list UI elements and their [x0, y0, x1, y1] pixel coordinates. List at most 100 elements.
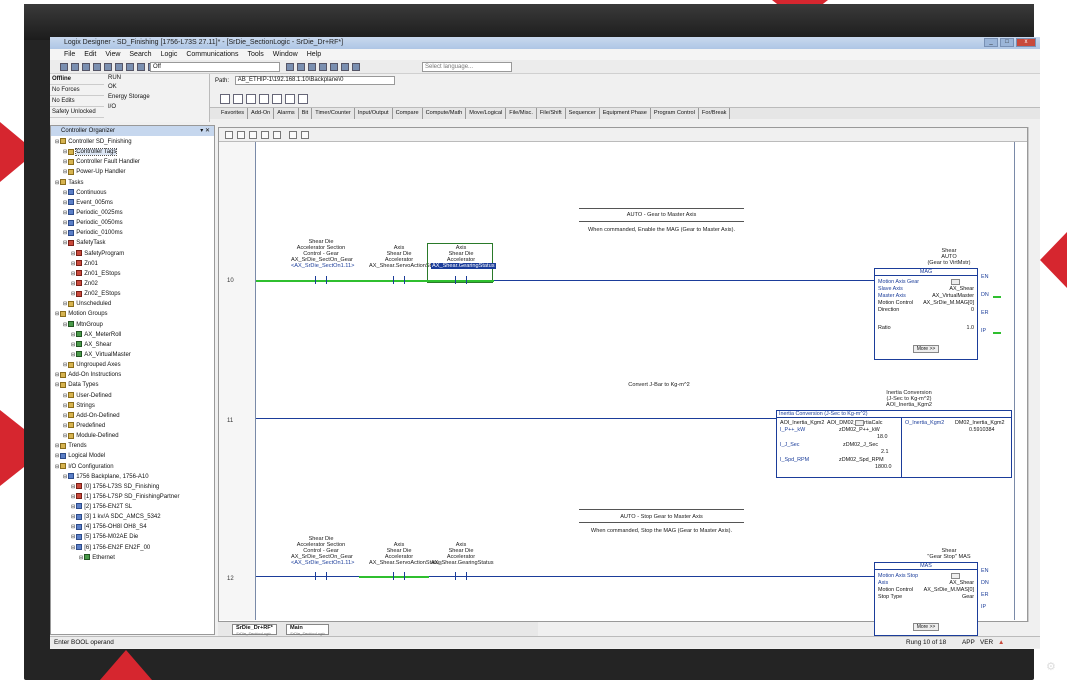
tree-node[interactable]: ⊟ [6] 1756-EN2F EN2F_00: [51, 543, 214, 553]
expand-icon[interactable]: ⊟: [71, 524, 75, 530]
menu-view[interactable]: View: [105, 49, 120, 60]
tab-compute-math[interactable]: Compute/Math: [423, 108, 467, 119]
param-value[interactable]: zDM02_J_Sec: [843, 442, 878, 448]
inertia-conversion-aoi[interactable]: Inertia Conversion (J-Sec to Kg-m^2) AOI…: [776, 410, 1012, 478]
expand-icon[interactable]: ⊟: [71, 261, 75, 267]
expand-icon[interactable]: ⊟: [63, 301, 67, 307]
expand-icon[interactable]: ⊟: [79, 555, 83, 561]
tree-node[interactable]: ⊟ [3] 1 kv/A SDC_AMCS_5342: [51, 512, 214, 522]
expand-icon[interactable]: ⊟: [55, 443, 59, 449]
expand-icon[interactable]: ⊟: [71, 342, 75, 348]
tree-node[interactable]: ⊟ I/O Configuration: [51, 462, 214, 472]
copy-icon[interactable]: [115, 63, 123, 71]
xic-contact[interactable]: [455, 276, 467, 284]
expand-icon[interactable]: ⊟: [71, 281, 75, 287]
xic-contact[interactable]: [455, 572, 467, 580]
paste-icon[interactable]: [126, 63, 134, 71]
expand-icon[interactable]: ⊟: [55, 180, 59, 186]
tree-node[interactable]: ⊟ Add-On Instructions: [51, 370, 214, 380]
maximize-button[interactable]: □: [1000, 38, 1014, 47]
tree-node[interactable]: ⊟ Controller Fault Handler: [51, 157, 214, 167]
param-value[interactable]: AX_SrDie_M.MAS[0]: [924, 587, 974, 593]
param-value[interactable]: 0: [971, 307, 974, 313]
tree-node[interactable]: ⊟ Ungrouped Axes: [51, 360, 214, 370]
tree-node[interactable]: ⊟ Predefined: [51, 421, 214, 431]
expand-icon[interactable]: ⊟: [55, 372, 59, 378]
tree-node[interactable]: ⊟ [4] 1756-OH8I OH8_S4: [51, 522, 214, 532]
xio-icon[interactable]: [272, 94, 282, 104]
contact-tag[interactable]: AX_Shear.GearingStatus: [431, 560, 494, 566]
cross-reference-icon[interactable]: [319, 63, 327, 71]
test-edit-icon[interactable]: [273, 131, 281, 139]
xic-contact[interactable]: [393, 276, 405, 284]
vertical-scrollbar[interactable]: [1028, 127, 1038, 622]
tree-node[interactable]: ⊟ Data Types: [51, 380, 214, 390]
expand-icon[interactable]: ⊟: [63, 200, 67, 206]
menu-tools[interactable]: Tools: [247, 49, 263, 60]
branch-icon[interactable]: [233, 94, 243, 104]
tree-node[interactable]: ⊟ MtnGroup: [51, 320, 214, 330]
expand-icon[interactable]: ⊟: [71, 271, 75, 277]
expand-icon[interactable]: ⊟: [63, 190, 67, 196]
tab-add-on[interactable]: Add-On: [248, 108, 275, 119]
expand-icon[interactable]: ⊟: [63, 362, 67, 368]
tree-node[interactable]: ⊟ Trends: [51, 441, 214, 451]
param-value[interactable]: AX_Shear: [949, 286, 974, 292]
expand-icon[interactable]: ⊟: [63, 149, 67, 155]
menu-edit[interactable]: Edit: [84, 49, 96, 60]
tree-node[interactable]: ⊟ AX_MeterRoll: [51, 330, 214, 340]
tree-node[interactable]: ⊟ Zn02_EStops: [51, 289, 214, 299]
tree-node[interactable]: ⊟ Periodic_0050ms: [51, 218, 214, 228]
tree-node[interactable]: ⊟ [1] 1756-L7SP SD_FinishingPartner: [51, 492, 214, 502]
forces-status[interactable]: No Forces: [50, 85, 104, 96]
search-combo[interactable]: Off: [150, 62, 280, 72]
param-value[interactable]: zDM02_Spd_RPM: [839, 457, 884, 463]
menu-window[interactable]: Window: [273, 49, 298, 60]
xic-contact[interactable]: [393, 572, 405, 580]
expand-icon[interactable]: ⊟: [63, 159, 67, 165]
language-select[interactable]: Select language...: [422, 62, 512, 72]
tab-file-misc[interactable]: File/Misc.: [506, 108, 537, 119]
minimize-button[interactable]: _: [984, 38, 998, 47]
tree-node[interactable]: ⊟ [0] 1756-L73S SD_Finishing: [51, 482, 214, 492]
output-param-tag[interactable]: DM02_Inertia_Kgm2: [955, 420, 1004, 426]
new-file-icon[interactable]: [60, 63, 68, 71]
tree-node[interactable]: ⊟ Event_005ms: [51, 198, 214, 208]
assemble-icon[interactable]: [261, 131, 269, 139]
expand-icon[interactable]: ⊟: [71, 251, 75, 257]
tree-node[interactable]: ⊟ Controller Tags: [51, 147, 214, 157]
menu-file[interactable]: File: [64, 49, 75, 60]
tab-routine-main[interactable]: Main SrDie_SectionLogic: [286, 624, 330, 636]
expand-icon[interactable]: ⊟: [63, 393, 67, 399]
tree-node[interactable]: ⊟ User-Defined: [51, 391, 214, 401]
expand-icon[interactable]: ⊟: [63, 403, 67, 409]
tree-node[interactable]: ⊟ Module-Defined: [51, 431, 214, 441]
browse-button[interactable]: [855, 420, 864, 426]
expand-icon[interactable]: ⊟: [71, 545, 75, 551]
tree-node[interactable]: ⊟ 1756 Backplane, 1756-A10: [51, 472, 214, 482]
close-button[interactable]: x: [1016, 38, 1036, 47]
expand-icon[interactable]: ⊟: [71, 352, 75, 358]
expand-icon[interactable]: ⊟: [63, 433, 67, 439]
mag-instruction[interactable]: MAG Motion Axis Gear Slave Axis AX_Shear…: [874, 268, 978, 360]
online-mode[interactable]: Offline: [50, 74, 104, 85]
tab-program-control[interactable]: Program Control: [651, 108, 699, 119]
expand-icon[interactable]: ⊟: [55, 382, 59, 388]
expand-icon[interactable]: ⊟: [71, 514, 75, 520]
xic-contact[interactable]: [315, 276, 327, 284]
close-icon[interactable]: ▾ ✕: [200, 126, 210, 136]
xic-contact[interactable]: [315, 572, 327, 580]
expand-icon[interactable]: ⊟: [71, 494, 75, 500]
expand-icon[interactable]: ⊟: [71, 291, 75, 297]
expand-icon[interactable]: ⊟: [71, 504, 75, 510]
ote-icon[interactable]: [285, 94, 295, 104]
zoom-out-icon[interactable]: [352, 63, 360, 71]
tree-node[interactable]: ⊟ Ethernet: [51, 553, 214, 563]
expand-icon[interactable]: ⊟: [55, 464, 59, 470]
expand-icon[interactable]: ⊟: [63, 230, 67, 236]
more-button[interactable]: More >>: [913, 623, 939, 631]
menu-logic[interactable]: Logic: [161, 49, 178, 60]
tab-timer-counter[interactable]: Timer/Counter: [312, 108, 355, 119]
tab-sequencer[interactable]: Sequencer: [566, 108, 600, 119]
tree-node[interactable]: ⊟ Periodic_0025ms: [51, 208, 214, 218]
